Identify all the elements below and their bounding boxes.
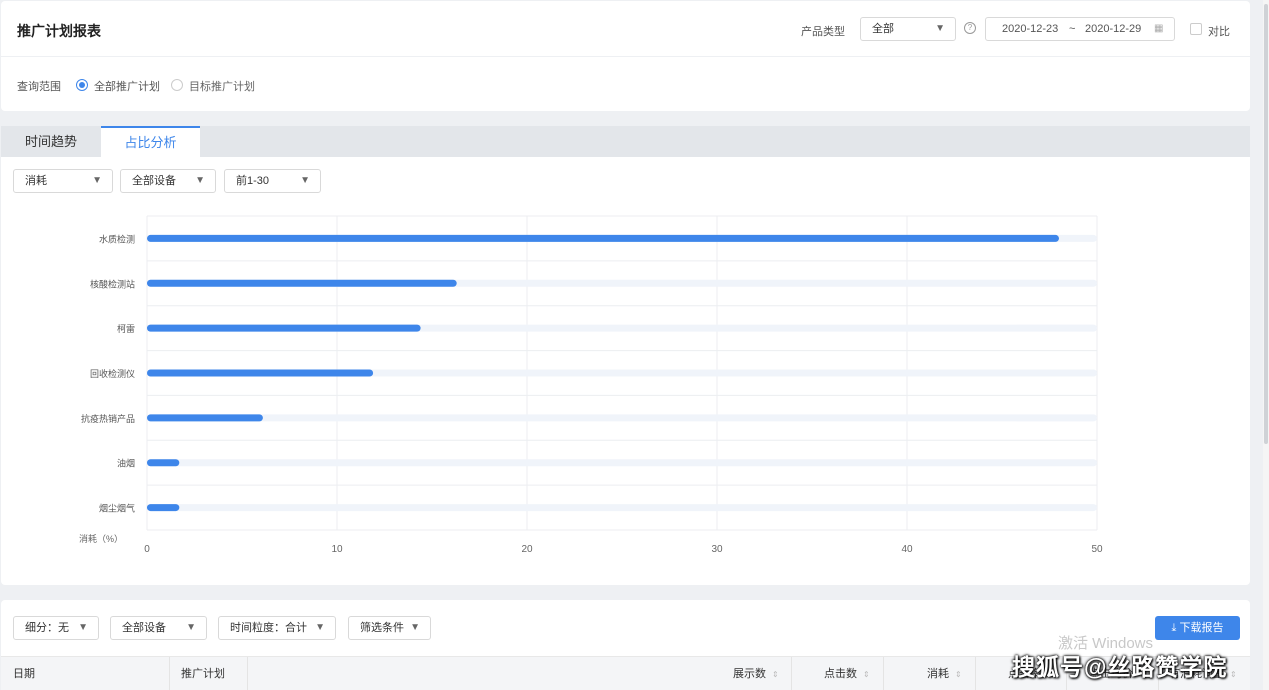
chevron-down-icon: ▼	[935, 23, 945, 34]
bar	[147, 414, 263, 422]
col-cost[interactable]: 消耗 ⇕	[927, 657, 962, 690]
sort-icon: ⇕	[955, 670, 962, 679]
x-tick-label: 10	[331, 544, 343, 555]
scope-option-target[interactable]: 目标推广计划	[189, 78, 255, 94]
bar	[147, 279, 457, 287]
report-header-card: 推广计划报表 产品类型 全部 ▼ ? 2020-12-23 ~ 2020-12-…	[1, 1, 1250, 111]
x-tick-label: 30	[711, 544, 723, 555]
date-start: 2020-12-23	[1002, 23, 1059, 35]
compare-checkbox[interactable]	[1190, 23, 1202, 35]
x-tick-label: 20	[521, 544, 533, 555]
col-clicks[interactable]: 点击数 ⇕	[824, 657, 870, 690]
granularity-select[interactable]: 时间粒度：合计 ▼	[218, 616, 336, 640]
category-label: 抗疫热销产品	[81, 413, 135, 424]
sort-icon: ⇕	[772, 670, 779, 679]
date-range-picker[interactable]: 2020-12-23 ~ 2020-12-29 ▦	[985, 17, 1175, 41]
product-type-select[interactable]: 全部 ▼	[860, 17, 956, 41]
download-label: 下载报告	[1179, 622, 1224, 634]
category-label: 回收检测仪	[90, 368, 135, 379]
product-type-value: 全部	[872, 23, 894, 35]
date-end: 2020-12-29	[1085, 23, 1142, 35]
bar	[147, 504, 180, 512]
scope-radio-all[interactable]	[76, 79, 88, 91]
calendar-icon: ▦	[1154, 23, 1164, 34]
compare-label: 对比	[1208, 26, 1230, 38]
scrollbar-thumb[interactable]	[1264, 4, 1268, 444]
chevron-down-icon: ▼	[410, 622, 420, 633]
scope-option-all[interactable]: 全部推广计划	[94, 78, 160, 94]
date-separator: ~	[1069, 23, 1076, 35]
x-tick-label: 0	[144, 544, 150, 555]
granularity-value: 时间粒度：合计	[230, 622, 307, 634]
help-icon[interactable]: ?	[964, 22, 976, 34]
bar-track	[147, 459, 1097, 467]
filter-value: 筛选条件	[360, 622, 404, 634]
site-watermark: 搜狐号@丝路赞学院	[1012, 654, 1228, 680]
col-impressions[interactable]: 展示数 ⇕	[733, 657, 779, 690]
scope-label: 查询范围	[17, 81, 61, 93]
category-label: 核酸检测站	[90, 278, 135, 289]
chevron-down-icon: ▼	[315, 622, 325, 633]
table-device-value: 全部设备	[122, 622, 166, 634]
scope-radio-target[interactable]	[171, 79, 183, 91]
download-report-button[interactable]: ⤓ 下载报告	[1155, 616, 1240, 640]
chart-card: 消耗 ▼ 全部设备 ▼ 前1-30 ▼ 水质检测 核酸检测站 柯雷 回收检测仪 抗疫热销…	[1, 157, 1250, 585]
tab-share-analysis[interactable]: 占比分析	[101, 126, 200, 157]
page-title: 推广计划报表	[17, 23, 101, 39]
tab-time-trend[interactable]: 时间趋势	[1, 126, 101, 157]
table-device-select[interactable]: 全部设备 ▼	[110, 616, 207, 640]
breakdown-value: 细分：无	[25, 622, 69, 634]
download-icon: ⤓	[1171, 622, 1177, 634]
col-plan: 推广计划	[181, 668, 225, 680]
x-tick-label: 50	[1091, 544, 1103, 555]
product-type-label: 产品类型	[801, 26, 845, 38]
analysis-tabs: 时间趋势 占比分析	[1, 126, 1250, 157]
sort-icon: ⇕	[1230, 670, 1237, 679]
bar	[147, 459, 180, 467]
axis-title: 消耗（%）	[79, 533, 123, 544]
bar	[147, 234, 1059, 242]
category-label: 烟尘烟气	[99, 503, 135, 514]
chevron-down-icon: ▼	[186, 622, 196, 633]
sort-icon: ⇕	[863, 670, 870, 679]
filter-select[interactable]: 筛选条件 ▼	[348, 616, 431, 640]
share-bar-chart: 水质检测核酸检测站柯雷回收检测仪抗疫热销产品油烟烟尘烟气 0 10 20 30 40 50 消…	[79, 215, 1103, 555]
category-label: 柯雷	[117, 323, 135, 334]
bar	[147, 324, 421, 332]
breakdown-select[interactable]: 细分：无 ▼	[13, 616, 99, 640]
category-label: 油烟	[117, 458, 135, 469]
bar-track	[147, 414, 1097, 422]
category-label: 水质检测	[99, 233, 135, 244]
chevron-down-icon: ▼	[78, 622, 88, 633]
col-date: 日期	[13, 668, 35, 680]
report-header: 推广计划报表 产品类型 全部 ▼ ? 2020-12-23 ~ 2020-12-…	[1, 1, 1250, 57]
bar	[147, 369, 374, 377]
x-tick-label: 40	[901, 544, 913, 555]
bar-track	[147, 504, 1097, 512]
